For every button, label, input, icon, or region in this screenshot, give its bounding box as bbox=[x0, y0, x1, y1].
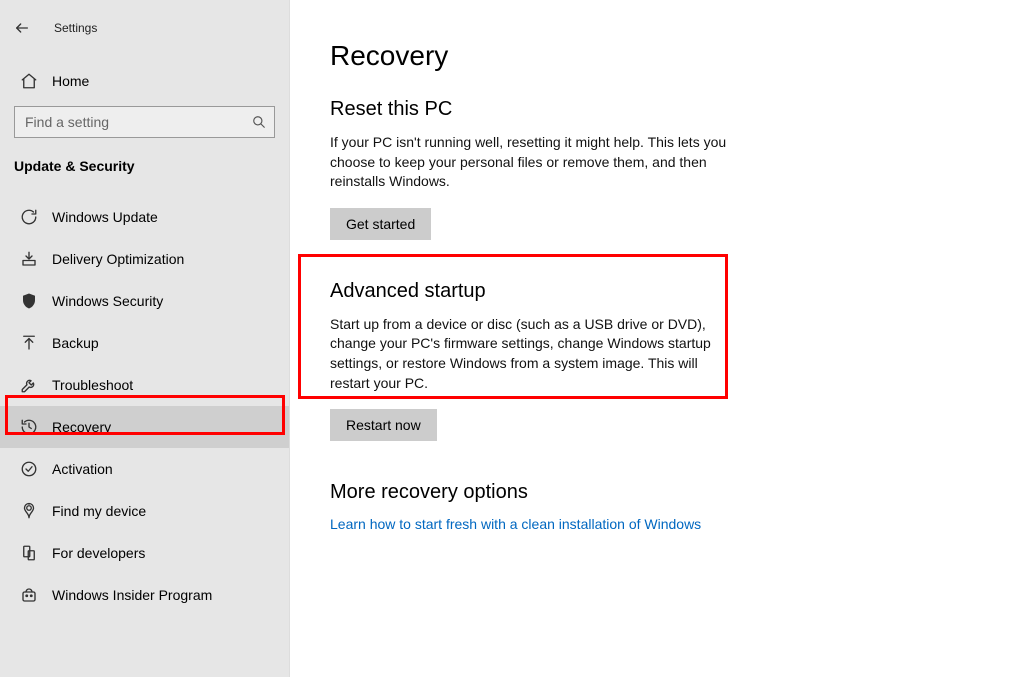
sidebar-item-label: Windows Update bbox=[52, 209, 158, 225]
section-advanced-startup: Advanced startup Start up from a device … bbox=[330, 280, 1024, 441]
sidebar-item-windows-security[interactable]: Windows Security bbox=[0, 280, 289, 322]
page-title: Recovery bbox=[330, 40, 1024, 72]
sync-icon bbox=[20, 208, 38, 226]
get-started-button[interactable]: Get started bbox=[330, 208, 431, 240]
location-icon bbox=[20, 502, 38, 520]
sidebar-item-label: Backup bbox=[52, 335, 99, 351]
sidebar-item-delivery-optimization[interactable]: Delivery Optimization bbox=[0, 238, 289, 280]
search-icon bbox=[252, 115, 266, 129]
nav-list: Windows Update Delivery Optimization Win… bbox=[0, 196, 289, 616]
sidebar-item-for-developers[interactable]: For developers bbox=[0, 532, 289, 574]
home-icon bbox=[20, 72, 38, 90]
reset-desc: If your PC isn't running well, resetting… bbox=[330, 133, 730, 192]
sidebar-item-label: Delivery Optimization bbox=[52, 251, 184, 267]
search-container bbox=[0, 100, 289, 144]
advanced-title: Advanced startup bbox=[330, 280, 1024, 303]
advanced-desc: Start up from a device or disc (such as … bbox=[330, 315, 730, 393]
sidebar-item-label: Find my device bbox=[52, 503, 146, 519]
back-button[interactable] bbox=[8, 14, 36, 42]
sidebar-item-find-my-device[interactable]: Find my device bbox=[0, 490, 289, 532]
sidebar-item-label: Activation bbox=[52, 461, 113, 477]
titlebar: Settings bbox=[0, 10, 289, 52]
app-title: Settings bbox=[54, 21, 97, 35]
search-input[interactable] bbox=[15, 108, 274, 136]
home-label: Home bbox=[52, 73, 89, 89]
check-circle-icon bbox=[20, 460, 38, 478]
download-stack-icon bbox=[20, 250, 38, 268]
sidebar-item-recovery[interactable]: Recovery bbox=[0, 406, 289, 448]
upload-icon bbox=[20, 334, 38, 352]
sidebar-item-label: For developers bbox=[52, 545, 145, 561]
arrow-left-icon bbox=[14, 20, 30, 36]
shield-icon bbox=[20, 292, 38, 310]
start-fresh-link[interactable]: Learn how to start fresh with a clean in… bbox=[330, 516, 701, 532]
sidebar-item-backup[interactable]: Backup bbox=[0, 322, 289, 364]
reset-title: Reset this PC bbox=[330, 98, 1024, 121]
section-more-recovery: More recovery options Learn how to start… bbox=[330, 481, 1024, 532]
sidebar-item-label: Troubleshoot bbox=[52, 377, 133, 393]
section-reset-pc: Reset this PC If your PC isn't running w… bbox=[330, 98, 1024, 240]
sidebar-item-label: Recovery bbox=[52, 419, 111, 435]
developers-icon bbox=[20, 544, 38, 562]
sidebar-item-home[interactable]: Home bbox=[0, 62, 289, 100]
content-area: Recovery Reset this PC If your PC isn't … bbox=[290, 0, 1024, 677]
restart-now-button[interactable]: Restart now bbox=[330, 409, 437, 441]
search-box[interactable] bbox=[14, 106, 275, 138]
sidebar-item-label: Windows Security bbox=[52, 293, 163, 309]
sidebar-item-windows-update[interactable]: Windows Update bbox=[0, 196, 289, 238]
history-icon bbox=[20, 418, 38, 436]
sidebar-item-label: Windows Insider Program bbox=[52, 587, 212, 603]
category-label: Update & Security bbox=[0, 144, 289, 178]
wrench-icon bbox=[20, 376, 38, 394]
sidebar-item-activation[interactable]: Activation bbox=[0, 448, 289, 490]
insider-icon bbox=[20, 586, 38, 604]
sidebar-item-windows-insider[interactable]: Windows Insider Program bbox=[0, 574, 289, 616]
sidebar: Settings Home Update & Security Windows … bbox=[0, 0, 290, 677]
more-title: More recovery options bbox=[330, 481, 1024, 504]
sidebar-item-troubleshoot[interactable]: Troubleshoot bbox=[0, 364, 289, 406]
